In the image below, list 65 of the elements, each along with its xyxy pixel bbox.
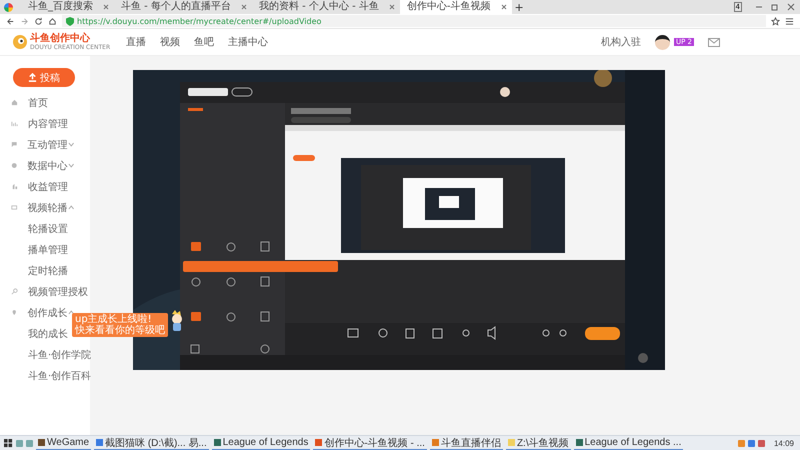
pin-icon	[11, 309, 18, 316]
taskbar-item[interactable]: 创作中心-斗鱼视频 - ...	[313, 436, 427, 450]
logo-title: 斗鱼创作中心	[30, 33, 91, 44]
upload-button[interactable]: 投稿	[13, 68, 75, 87]
forward-icon[interactable]	[20, 16, 29, 26]
sidebar-item[interactable]: 视频轮播	[28, 200, 68, 214]
caret-icon[interactable]	[68, 142, 74, 147]
browser-tab[interactable]: 我的资料 - 个人中心 - 斗鱼	[252, 0, 400, 14]
browser-tab[interactable]: 斗鱼_百度搜索	[21, 0, 114, 14]
restore-icon[interactable]	[770, 2, 780, 12]
org-link[interactable]: 机构入驻	[600, 35, 641, 49]
browser-logo-icon	[4, 2, 13, 12]
sidebar-item[interactable]: 首页	[28, 96, 48, 110]
tooltip-text: 快来看看你的等级吧	[75, 325, 165, 336]
nav-link[interactable]: 鱼吧	[194, 35, 214, 49]
secure-icon	[66, 16, 74, 26]
sidebar-item[interactable]: 收益管理	[28, 180, 68, 194]
close-tab-icon[interactable]	[500, 4, 507, 10]
taskbar-item[interactable]: Z:\斗鱼视频	[506, 436, 571, 450]
taskbar-item[interactable]: 斗鱼直播伴侣	[430, 436, 503, 450]
address-field[interactable]: https://v.douyu.com/member/mycreate/center#/uploadVideo	[62, 15, 766, 27]
sidebar-item[interactable]: 视频管理授权	[28, 284, 88, 298]
sidebar-subitem[interactable]: 斗鱼·创作学院	[28, 348, 92, 362]
sidebar-subitem[interactable]: 播单管理	[28, 242, 68, 256]
home-icon	[11, 99, 18, 106]
mascot-drawing	[170, 310, 184, 332]
nav-link[interactable]: 视频	[160, 35, 180, 49]
home-icon[interactable]	[48, 16, 57, 26]
start-icon[interactable]	[4, 438, 13, 448]
video-icon	[11, 204, 18, 211]
sidebar-subitem[interactable]: 斗鱼·创作百科	[28, 368, 92, 382]
taskbar-item[interactable]: 截图猫咪 (D:\截)... 易...	[94, 436, 209, 450]
pie-icon	[11, 162, 18, 169]
star-icon[interactable]	[771, 16, 780, 26]
tooltip-text: up主成长上线啦!	[75, 314, 153, 325]
close-tab-icon[interactable]	[240, 4, 247, 10]
sidebar-subitem[interactable]: 我的成长	[28, 326, 68, 340]
caret-icon[interactable]	[68, 163, 74, 168]
reload-icon[interactable]	[34, 16, 43, 26]
clock: 14:09	[774, 438, 794, 448]
upload-icon	[28, 73, 37, 82]
close-tab-icon[interactable]	[388, 4, 395, 10]
sidebar-item[interactable]: 创作成长	[28, 306, 68, 320]
sidebar-item[interactable]: 内容管理	[28, 116, 68, 130]
menu-icon[interactable]	[785, 16, 794, 26]
mail-icon[interactable]	[708, 38, 720, 46]
new-tab-button[interactable]: +	[514, 0, 524, 14]
taskbar-item[interactable]: WeGame	[36, 436, 92, 450]
close-tab-icon[interactable]	[103, 4, 109, 10]
back-icon[interactable]	[6, 16, 15, 26]
browser-tab[interactable]: 斗鱼 - 每个人的直播平台	[114, 0, 252, 14]
nav-link[interactable]: 直播	[126, 35, 146, 49]
browser-tab[interactable]: 创作中心-斗鱼视频	[400, 0, 512, 14]
sidebar-item[interactable]: 互动管理	[28, 138, 68, 152]
sidebar-item[interactable]: 数据中心	[28, 158, 68, 172]
sidebar-subitem[interactable]: 定时轮播	[28, 264, 68, 278]
taskbar-item[interactable]: League of Legends	[212, 436, 310, 450]
taskbar-item[interactable]: League of Legends ...	[574, 436, 684, 450]
close-icon[interactable]	[786, 2, 796, 12]
nav-link[interactable]: 主播中心	[228, 35, 268, 49]
chart-icon	[11, 120, 18, 127]
sidebar-subitem[interactable]: 轮播设置	[28, 222, 68, 236]
avatar[interactable]	[654, 34, 670, 50]
caret-icon[interactable]	[68, 205, 74, 210]
chat-icon	[11, 141, 18, 148]
